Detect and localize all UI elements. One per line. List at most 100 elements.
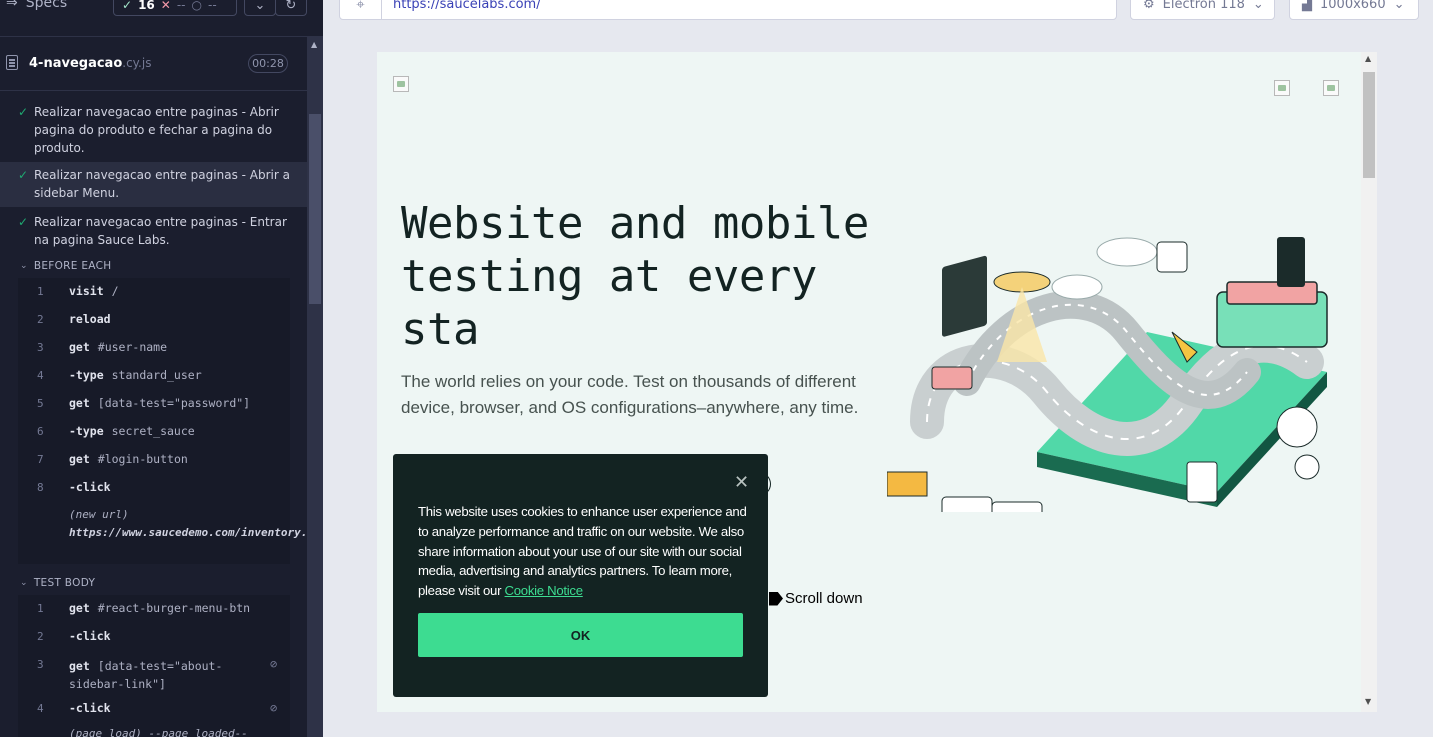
command-row[interactable]: 3 get #user-name	[18, 334, 290, 362]
command-name: get	[69, 452, 90, 466]
resize-icon: ▟	[1302, 0, 1312, 12]
command-number: 2	[37, 313, 44, 326]
chevron-down-icon: ⌄	[1252, 0, 1264, 12]
reporter-scrollbar[interactable]: ▲	[307, 36, 323, 737]
command-row[interactable]: 2 reload	[18, 306, 290, 334]
rerun-button[interactable]: ↻	[275, 0, 307, 16]
cookie-notice-link[interactable]: Cookie Notice	[505, 583, 584, 598]
spec-file-name: 4-navegacao.cy.js	[29, 56, 151, 71]
test-title: Realizar navegacao entre paginas - Entra…	[34, 215, 287, 247]
gear-icon: ⚙	[1143, 0, 1155, 12]
chevron-down-button[interactable]: ⌄	[244, 0, 276, 16]
spec-name-text: 4-navegacao	[29, 56, 123, 71]
pending-icon: ○	[191, 0, 202, 12]
scroll-up-icon: ▲	[311, 40, 318, 49]
command-row[interactable]: 1 visit /	[18, 278, 290, 306]
test-title: Realizar navegacao entre paginas - Abrir…	[34, 168, 290, 200]
scrollbar-thumb[interactable]	[309, 114, 321, 304]
command-number: 1	[37, 285, 44, 298]
scroll-down-icon	[769, 591, 783, 606]
command-number: 1	[37, 602, 44, 615]
command-row[interactable]: 6 -type secret_sauce	[18, 418, 290, 446]
event-url: https://www.saucedemo.com/inventory.html	[69, 526, 323, 539]
test-item[interactable]: ✓ Realizar navegacao entre paginas - Abr…	[0, 103, 307, 157]
test-item[interactable]: ✓ Realizar navegacao entre paginas - Ent…	[0, 213, 307, 249]
command-number: 3	[37, 341, 44, 354]
crosshair-icon: ⌖	[356, 0, 365, 13]
command-name: -click	[69, 480, 111, 494]
before-each-hook[interactable]: ⌄ BEFORE EACH	[20, 260, 111, 272]
command-arg: #login-button	[97, 452, 188, 466]
new-url-event[interactable]: (new url) https://www.saucedemo.com/inve…	[69, 506, 323, 542]
selector-playground-button[interactable]: ⌖	[340, 0, 382, 19]
specs-label: Specs	[25, 0, 68, 11]
command-number: 3	[37, 658, 44, 671]
command-row[interactable]: 4 -type standard_user	[18, 362, 290, 390]
hero-illustration	[887, 237, 1328, 512]
aut-viewport: Website and mobile testing at every sta …	[377, 52, 1377, 712]
command-row[interactable]: 8 -click	[18, 474, 290, 502]
command-arg: #react-burger-menu-btn	[97, 601, 251, 615]
browser-label: Electron 118	[1162, 0, 1245, 12]
command-number: 8	[37, 481, 44, 494]
scrollbar-thumb[interactable]	[1363, 72, 1375, 178]
viewport-size-button[interactable]: ▟ 1000x660 ⌄	[1289, 0, 1419, 20]
browser-selector[interactable]: ⚙ Electron 118 ⌄	[1130, 0, 1275, 20]
scroll-up-icon: ▲	[1365, 54, 1372, 63]
test-item[interactable]: ✓ Realizar navegacao entre paginas - Abr…	[0, 162, 307, 207]
divider	[0, 36, 318, 37]
command-arg: #user-name	[97, 340, 168, 354]
command-row[interactable]: 1 get #react-burger-menu-btn	[18, 595, 290, 623]
cookie-banner: ✕ This website uses cookies to enhance u…	[393, 454, 768, 697]
command-row[interactable]: 4 -click ⊘	[18, 695, 290, 723]
command-list: 1 get #react-burger-menu-btn 2 -click 3 get[…	[18, 595, 290, 737]
specs-button[interactable]: ⇒ Specs	[6, 0, 67, 11]
command-arg: [data-test="password"]	[97, 396, 251, 410]
command-log-panel: ⇒ Specs ✓ 16 ✕ -- ○ -- ⌄ ↻ 4-navegacao.c…	[0, 0, 323, 737]
reporter-topbar: ⇒ Specs ✓ 16 ✕ -- ○ -- ⌄ ↻	[0, 0, 323, 18]
command-name: get	[69, 396, 90, 410]
eye-slash-icon: ⊘	[270, 701, 278, 715]
failed-count: --	[176, 0, 186, 12]
command-number: 4	[37, 702, 44, 715]
test-stats: ✓ 16 ✕ -- ○ --	[113, 0, 237, 16]
command-name: reload	[69, 312, 111, 326]
command-row[interactable]: 3 get [data-test="about-sidebar-link"] ⊘	[18, 651, 290, 695]
header-image[interactable]	[1323, 80, 1339, 96]
spec-extension: .cy.js	[122, 56, 152, 70]
chevron-down-icon: ⌄	[254, 0, 266, 13]
cookie-ok-button[interactable]: OK	[418, 613, 743, 657]
viewport-label: 1000x660	[1320, 0, 1386, 12]
page-load-event[interactable]: (page load) --page loaded--	[69, 725, 289, 737]
header-image[interactable]	[1274, 80, 1290, 96]
divider	[0, 90, 318, 91]
command-arg: standard_user	[111, 368, 202, 382]
hero-subtitle: The world relies on your code. Test on t…	[401, 372, 859, 417]
scroll-down-link[interactable]: Scroll down	[769, 590, 863, 607]
command-number: 7	[37, 453, 44, 466]
command-number: 5	[37, 397, 44, 410]
command-row[interactable]: 5 get [data-test="password"]	[18, 390, 290, 418]
command-name: -click	[69, 701, 111, 715]
logo-image[interactable]	[393, 76, 409, 92]
command-name: visit	[69, 284, 104, 298]
chevron-down-icon: ⌄	[1393, 0, 1405, 12]
test-body-section[interactable]: ⌄ TEST BODY	[20, 577, 95, 589]
eye-slash-icon: ⊘	[270, 657, 278, 671]
check-icon: ✓	[18, 168, 29, 182]
command-name: -click	[69, 629, 111, 643]
chevron-down-icon: ⌄	[20, 578, 28, 588]
command-row[interactable]: 7 get #login-button	[18, 446, 290, 474]
aut-scrollbar[interactable]: ▲ ▼	[1361, 52, 1377, 712]
command-number: 2	[37, 630, 44, 643]
command-row[interactable]: 2 -click	[18, 623, 290, 651]
chevron-down-icon: ⌄	[20, 261, 28, 271]
url-bar[interactable]: ⌖ https://saucelabs.com/	[339, 0, 1117, 20]
scroll-down-arrow-icon: ▼	[1365, 697, 1372, 706]
check-icon: ✓	[18, 105, 29, 119]
close-icon[interactable]: ✕	[734, 472, 749, 493]
cross-icon: ✕	[160, 0, 171, 12]
url-text[interactable]: https://saucelabs.com/	[393, 0, 541, 12]
command-name: get	[69, 340, 90, 354]
event-label: (new url)	[69, 508, 129, 521]
